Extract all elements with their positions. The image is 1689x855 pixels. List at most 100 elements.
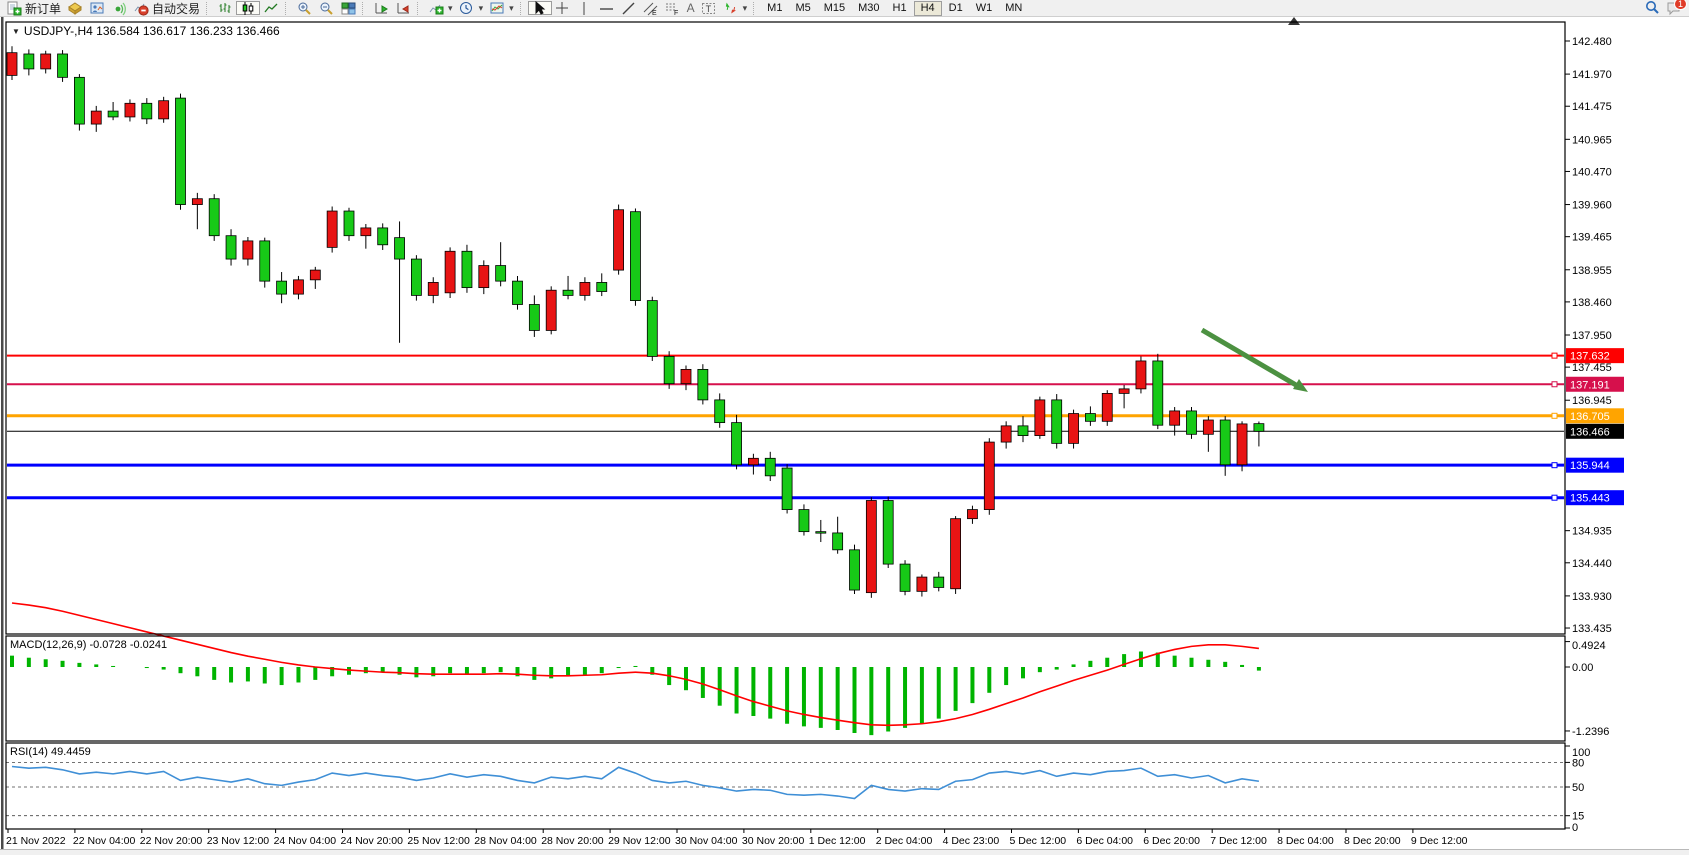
- candle-body: [142, 103, 152, 119]
- auto-scroll-button[interactable]: [370, 0, 392, 16]
- toolbar-separator: [753, 2, 758, 15]
- price-tick-label: 134.440: [1572, 558, 1612, 570]
- chart-title-text: USDJPY-,H4 136.584 136.617 136.233 136.4…: [24, 24, 280, 38]
- svg-text:F: F: [674, 10, 678, 16]
- macd-tick-label: 0.4924: [1572, 640, 1606, 652]
- timeframe-button-d1[interactable]: D1: [943, 1, 969, 16]
- zoom-out-button[interactable]: [315, 0, 337, 16]
- text-label-icon: T: [701, 0, 717, 16]
- new-order-label: 新订单: [25, 0, 61, 17]
- timeframe-switcher: M1M5M15M30H1H4D1W1MN: [761, 1, 1028, 16]
- time-axis[interactable]: 21 Nov 202222 Nov 04:0022 Nov 20:0023 No…: [6, 829, 1468, 847]
- horizontal-line-tool-button[interactable]: [596, 0, 618, 16]
- candle-body: [546, 290, 556, 330]
- autotrade-button[interactable]: 自动交易: [130, 0, 203, 16]
- time-tick-label: 8 Dec 04:00: [1277, 835, 1334, 847]
- line-chart-type-button[interactable]: [260, 0, 282, 16]
- time-tick-label: 29 Nov 12:00: [608, 835, 671, 847]
- vertical-line-icon: [577, 0, 593, 16]
- candle-body: [192, 199, 202, 205]
- arrows-tool-button[interactable]: ▾: [720, 0, 751, 16]
- price-tick-label: 133.930: [1572, 591, 1612, 603]
- timeframe-button-h4[interactable]: H4: [914, 1, 942, 16]
- candle-body: [967, 510, 977, 519]
- candle-body: [934, 577, 944, 587]
- timeframe-button-m15[interactable]: M15: [818, 1, 851, 16]
- line-drag-handle[interactable]: [1552, 382, 1557, 387]
- candle-body: [1237, 424, 1247, 465]
- channel-icon: E: [643, 0, 659, 16]
- line-drag-handle[interactable]: [1552, 463, 1557, 468]
- cursor-icon: [532, 0, 548, 16]
- text-label-tool-button[interactable]: T: [698, 0, 720, 16]
- candle-body: [1153, 361, 1163, 425]
- notification-icon[interactable]: 1: [1666, 0, 1682, 16]
- candle-body: [74, 77, 84, 124]
- candle-body: [361, 228, 371, 236]
- candle-chart-type-button[interactable]: [236, 1, 260, 15]
- timeframe-button-m1[interactable]: M1: [761, 1, 788, 16]
- line-drag-handle[interactable]: [1552, 413, 1557, 418]
- candle-body: [664, 356, 674, 383]
- chart-window-button[interactable]: [86, 0, 108, 16]
- channel-tool-button[interactable]: E: [640, 0, 662, 16]
- candle-body: [1035, 400, 1045, 436]
- signal-button[interactable]: [108, 0, 130, 16]
- candle-body: [850, 550, 860, 590]
- candle-body: [243, 241, 253, 259]
- chevron-down-icon: ▾: [743, 3, 748, 14]
- candle-body: [1069, 414, 1079, 444]
- toolbar-right-group: 1: [1644, 0, 1686, 16]
- bar-chart-type-button[interactable]: [214, 0, 236, 16]
- candle-body: [732, 423, 742, 465]
- timeframe-button-mn[interactable]: MN: [999, 1, 1028, 16]
- chart-title[interactable]: ▼ USDJPY-,H4 136.584 136.617 136.233 136.…: [12, 24, 280, 38]
- chart-shift-button[interactable]: [392, 0, 414, 16]
- market-button[interactable]: [64, 0, 86, 16]
- timeframe-button-m5[interactable]: M5: [789, 1, 816, 16]
- time-tick-label: 25 Nov 12:00: [407, 835, 470, 847]
- crosshair-tool-button[interactable]: [552, 0, 574, 16]
- svg-text:T: T: [706, 4, 712, 14]
- timeframe-button-m30[interactable]: M30: [852, 1, 885, 16]
- templates-button[interactable]: ▾: [486, 0, 517, 16]
- candle-body: [1187, 411, 1197, 434]
- new-order-button[interactable]: 新订单: [3, 0, 64, 16]
- signal-icon: [111, 0, 127, 16]
- text-tool-button[interactable]: A: [684, 0, 698, 16]
- notification-badge: 1: [1674, 0, 1687, 10]
- time-tick-label: 30 Nov 20:00: [742, 835, 805, 847]
- candle-body: [917, 577, 927, 591]
- tile-windows-button[interactable]: [337, 0, 359, 16]
- time-tick-label: 6 Dec 04:00: [1076, 835, 1133, 847]
- candle-body: [395, 238, 405, 259]
- indicators-button[interactable]: ▾: [425, 0, 456, 16]
- candle-body: [125, 103, 135, 117]
- trendline-tool-button[interactable]: [618, 0, 640, 16]
- fibonacci-tool-button[interactable]: F: [662, 0, 684, 16]
- search-icon[interactable]: [1644, 0, 1660, 16]
- timeframe-button-w1[interactable]: W1: [970, 1, 999, 16]
- candle-body: [681, 369, 691, 383]
- periods-button[interactable]: ▾: [456, 0, 487, 16]
- timeframe-button-h1[interactable]: H1: [887, 1, 913, 16]
- candle-body: [647, 301, 657, 357]
- cursor-tool-button[interactable]: [528, 1, 552, 15]
- price-axis[interactable]: 142.480141.970141.475140.965140.470139.9…: [1565, 36, 1624, 635]
- bars-chart-icon: [217, 0, 233, 16]
- candle-body: [1119, 389, 1129, 394]
- candle-body: [260, 241, 270, 281]
- line-drag-handle[interactable]: [1552, 495, 1557, 500]
- symbol-dropdown-icon[interactable]: ▼: [12, 27, 20, 36]
- zoom-out-icon: [318, 0, 334, 16]
- crosshair-icon: [555, 0, 571, 16]
- chart-shift-marker[interactable]: [1288, 17, 1300, 25]
- price-tick-label: 140.470: [1572, 166, 1612, 178]
- price-line-badge-label: 136.705: [1570, 411, 1610, 423]
- chart-area[interactable]: 142.480141.970141.475140.965140.470139.9…: [0, 0, 1689, 855]
- zoom-in-button[interactable]: [293, 0, 315, 16]
- candle-body: [108, 111, 118, 117]
- time-tick-label: 23 Nov 12:00: [207, 835, 270, 847]
- line-drag-handle[interactable]: [1552, 353, 1557, 358]
- vertical-line-tool-button[interactable]: [574, 0, 596, 16]
